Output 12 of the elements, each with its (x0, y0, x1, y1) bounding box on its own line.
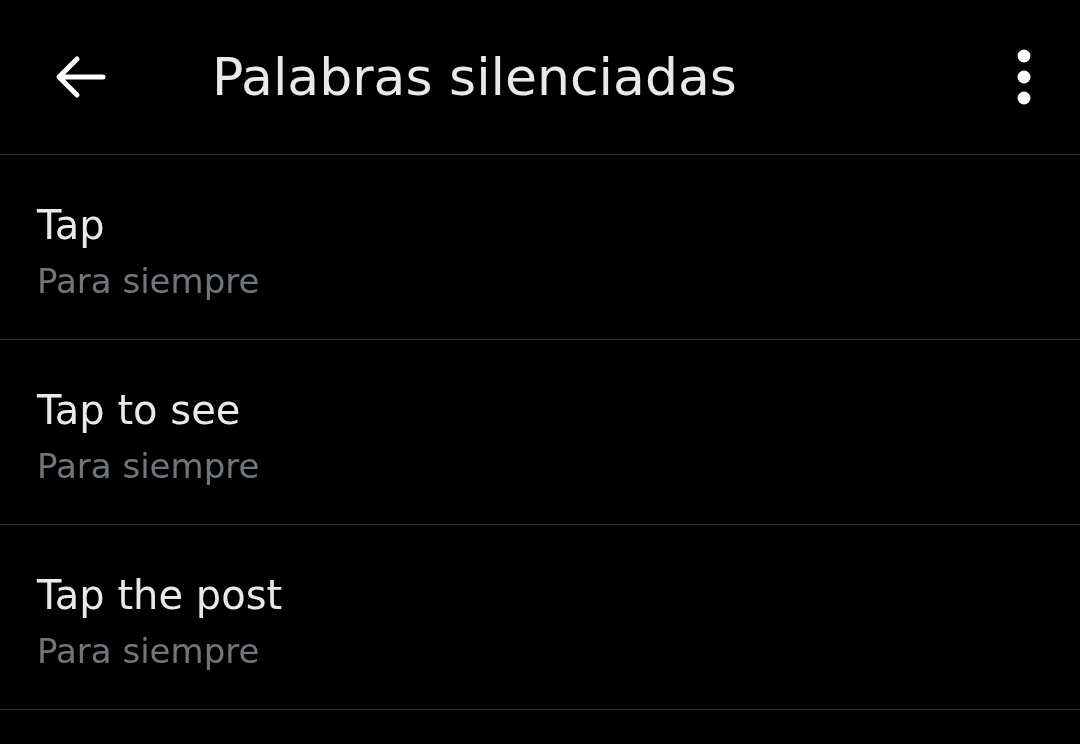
muted-word-row[interactable]: Tap Para siempre (0, 155, 1080, 340)
muted-word: Tap to see (37, 386, 241, 435)
page-title: Palabras silenciadas (212, 46, 738, 109)
muted-word: Tap the post (37, 571, 283, 620)
mute-duration: Para siempre (37, 445, 260, 488)
mute-duration: Para siempre (37, 260, 260, 303)
muted-word-row[interactable]: Tap the post Para siempre (0, 525, 1080, 710)
mute-duration: Para siempre (37, 630, 260, 673)
muted-word-row[interactable]: Tap to see Para siempre (0, 340, 1080, 525)
vertical-dots-icon (1016, 49, 1032, 105)
muted-word: Tap (37, 201, 105, 250)
back-arrow-icon (55, 55, 107, 99)
